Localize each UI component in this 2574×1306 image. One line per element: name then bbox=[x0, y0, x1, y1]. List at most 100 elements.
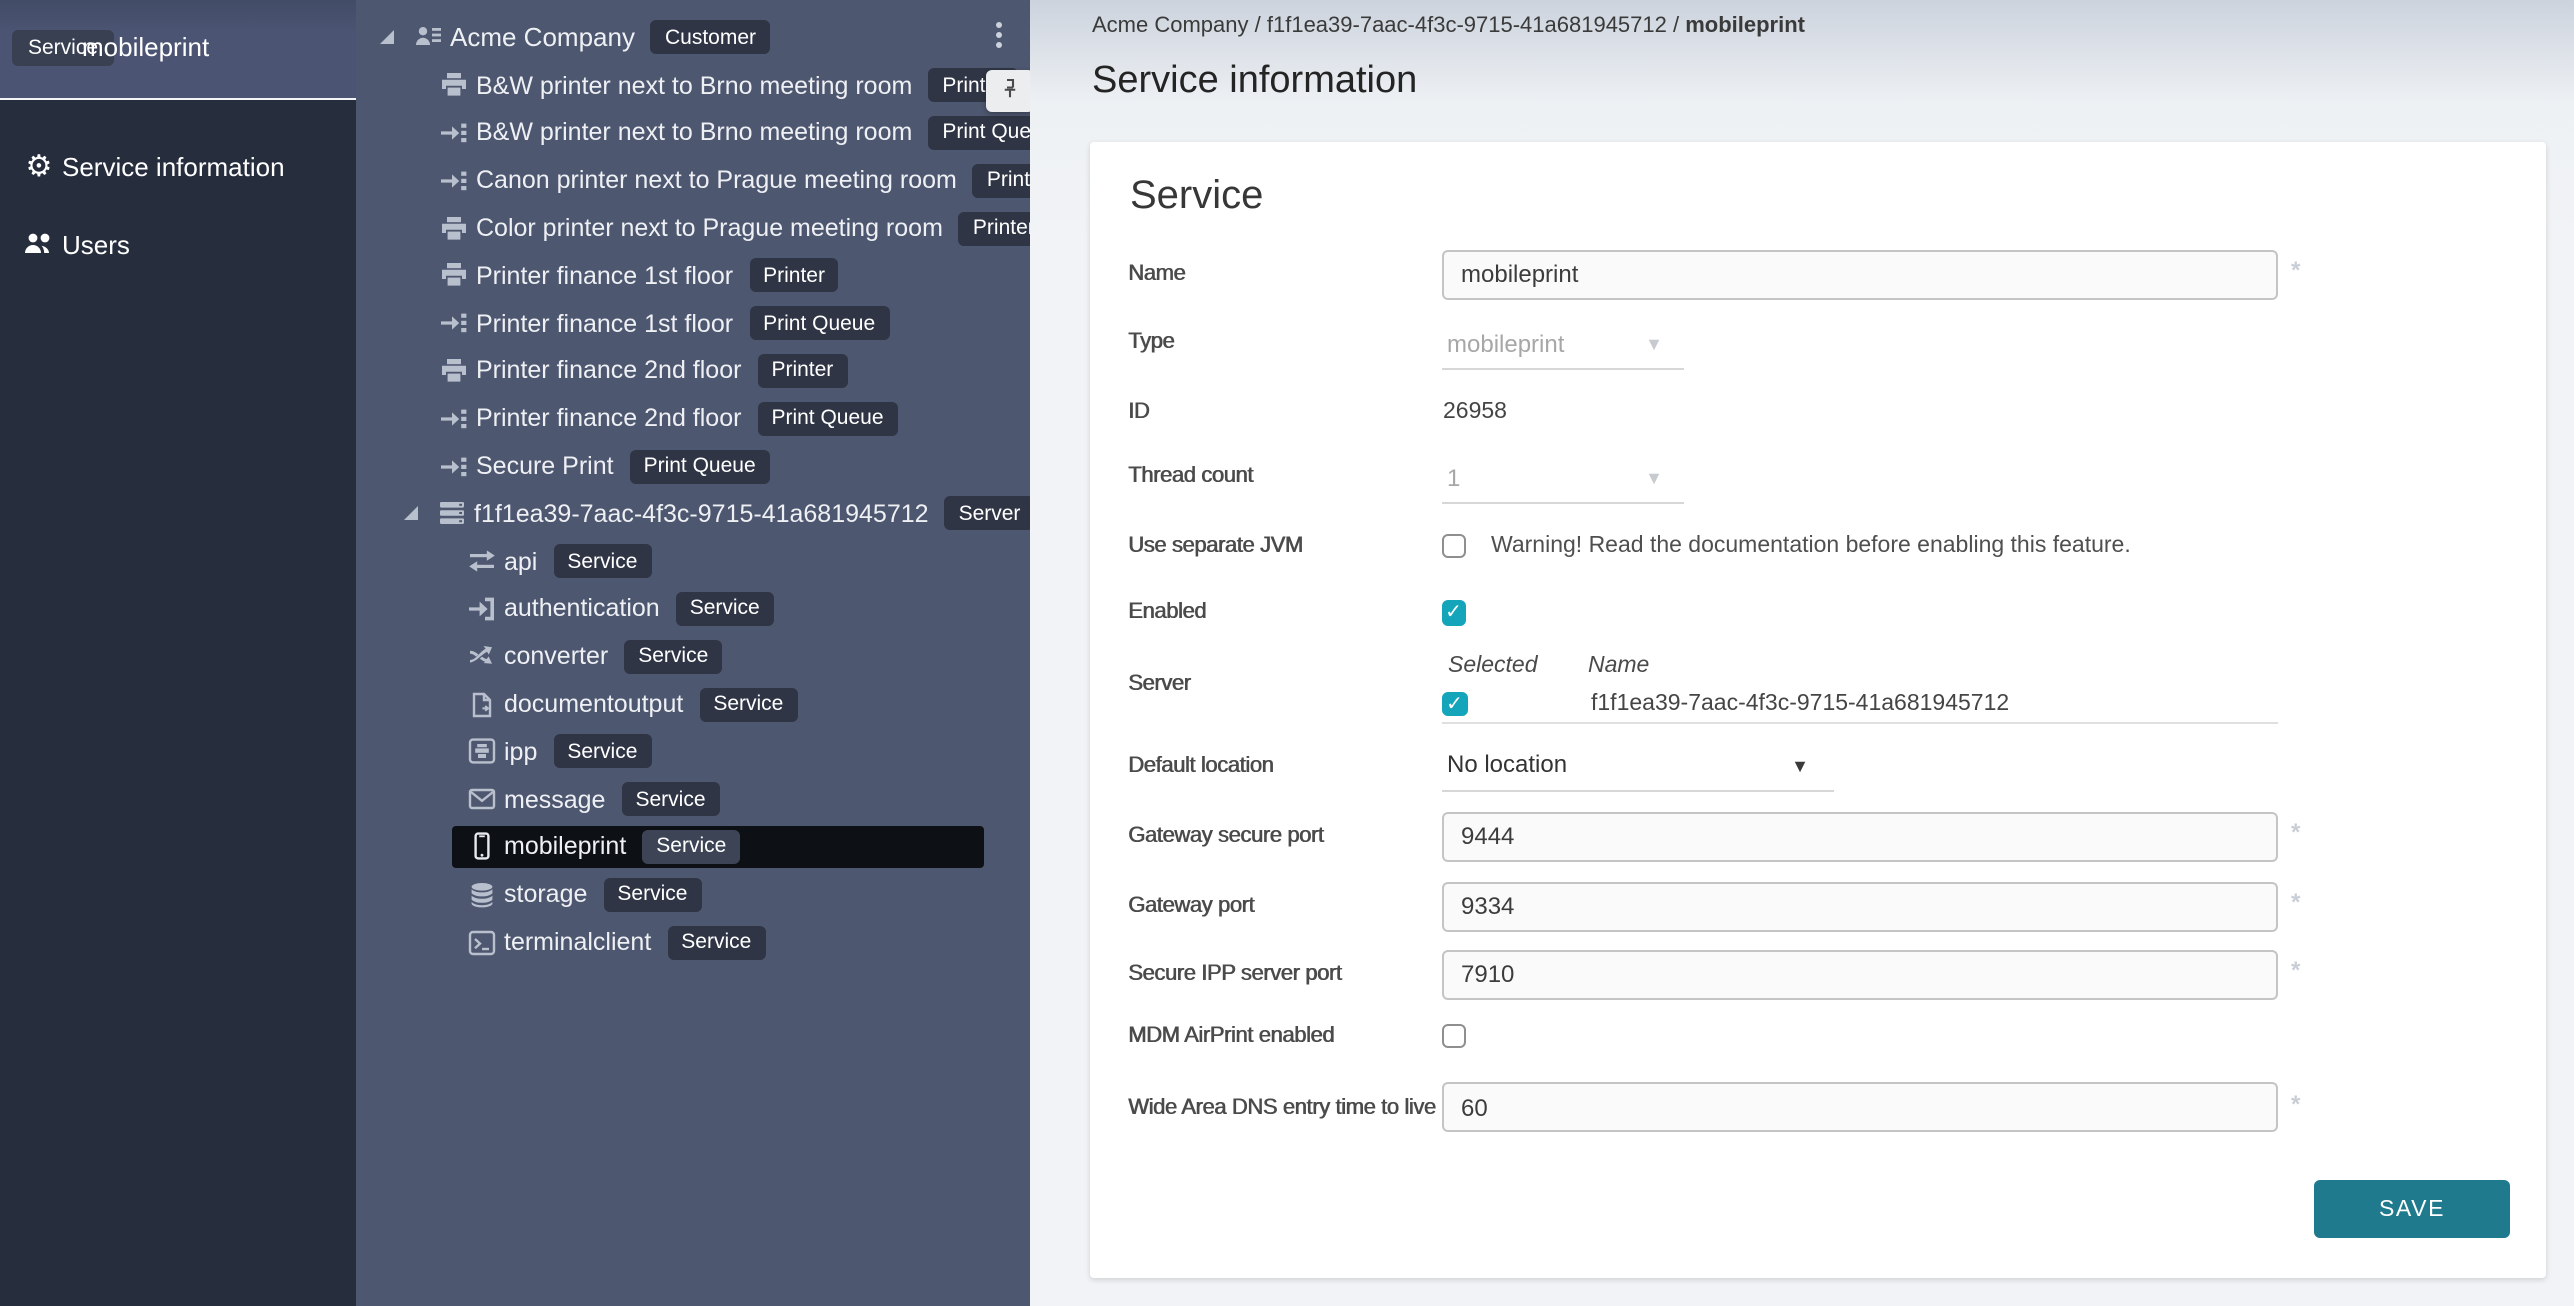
print-queue-icon bbox=[440, 119, 468, 147]
tree-item-label: message bbox=[504, 785, 605, 813]
main-content: Acme Company / f1f1ea39-7aac-4f3c-9715-4… bbox=[1030, 0, 2574, 1306]
tree-item-label: storage bbox=[504, 880, 587, 908]
server-row-checkbox[interactable]: ✓ bbox=[1442, 691, 1467, 716]
jvm-warning-text: Warning! Read the documentation before e… bbox=[1491, 529, 2131, 561]
wide-area-dns-ttl-input[interactable] bbox=[1441, 1082, 2278, 1132]
tree-expander-icon[interactable] bbox=[380, 31, 394, 45]
api-icon bbox=[468, 547, 496, 575]
breadcrumb-segment[interactable]: f1f1ea39-7aac-4f3c-9715-41a681945712 bbox=[1267, 14, 1667, 38]
required-marker: * bbox=[2291, 818, 2300, 846]
sidebar-item-label: Users bbox=[62, 230, 130, 262]
login-icon bbox=[468, 595, 496, 623]
tree-item-api[interactable]: apiService bbox=[356, 538, 1030, 586]
tree-item-login[interactable]: authenticationService bbox=[356, 585, 1030, 633]
tree-item-terminal[interactable]: terminalclientService bbox=[356, 918, 1030, 966]
tree-item-print-queue[interactable]: Canon printer next to Prague meeting roo… bbox=[356, 157, 1030, 205]
chevron-down-icon: ▼ bbox=[1645, 334, 1663, 354]
breadcrumb-segment[interactable]: Acme Company bbox=[1092, 14, 1249, 38]
tree-item-badge: Service bbox=[621, 782, 719, 816]
gateway-secure-port-input[interactable] bbox=[1441, 811, 2278, 861]
tree-item-badge: Printer bbox=[959, 211, 1030, 245]
sidebar: Service mobileprint ⚙ Service informatio… bbox=[0, 0, 356, 1306]
mdm-airprint-checkbox[interactable] bbox=[1441, 1023, 1466, 1048]
type-label: Type bbox=[1128, 326, 1444, 358]
pin-tree-button[interactable] bbox=[986, 70, 1030, 112]
tree-item-printer[interactable]: Color printer next to Prague meeting roo… bbox=[356, 204, 1030, 252]
required-marker: * bbox=[2291, 1090, 2300, 1118]
printer-icon bbox=[440, 262, 468, 290]
tree-item-badge: Print Queue bbox=[630, 449, 770, 483]
breadcrumb-segment: mobileprint bbox=[1685, 14, 1805, 38]
entity-tree-panel: Acme Company Customer B&W printer next to … bbox=[356, 0, 1030, 1306]
breadcrumb-separator: / bbox=[1667, 14, 1685, 38]
service-form-card: Service Name * Type mobileprint ▼ ID 269… bbox=[1089, 142, 2546, 1278]
use-separate-jvm-label: Use separate JVM bbox=[1128, 529, 1444, 561]
secure-ipp-server-port-label: Secure IPP server port bbox=[1128, 957, 1444, 989]
tree-item-label: Printer finance 1st floor bbox=[476, 309, 733, 337]
pin-icon bbox=[998, 76, 1022, 110]
tree-item-label: mobileprint bbox=[504, 833, 626, 861]
tree-item-label: authentication bbox=[504, 595, 660, 623]
tree-expander-icon[interactable] bbox=[404, 507, 418, 521]
default-location-value: No location bbox=[1441, 737, 1833, 791]
thread-count-label: Thread count bbox=[1128, 460, 1444, 492]
tree-item-badge: Customer bbox=[651, 21, 770, 55]
gear-icon: ⚙ bbox=[22, 150, 56, 184]
wide-area-dns-ttl-label: Wide Area DNS entry time to live bbox=[1128, 1091, 1444, 1123]
use-separate-jvm-checkbox[interactable] bbox=[1441, 533, 1466, 558]
tree-item-label: ipp bbox=[504, 738, 537, 766]
tree-item-ipp-printer[interactable]: ippService bbox=[356, 728, 1030, 776]
tree-item-print-queue[interactable]: Printer finance 2nd floorPrint Queue bbox=[356, 395, 1030, 443]
sidebar-item-label: Service information bbox=[62, 152, 285, 184]
tree-item-server[interactable]: f1f1ea39-7aac-4f3c-9715-41a681945712Serv… bbox=[356, 490, 1030, 538]
envelope-icon bbox=[468, 785, 496, 813]
tree-item-printer[interactable]: Printer finance 2nd floorPrinter bbox=[356, 347, 1030, 395]
tree-item-label: Canon printer next to Prague meeting roo… bbox=[476, 167, 957, 195]
server-col-name: Name bbox=[1588, 649, 1649, 681]
enabled-label: Enabled bbox=[1128, 596, 1444, 628]
name-input[interactable] bbox=[1441, 249, 2278, 299]
sidebar-item-users[interactable]: Users bbox=[0, 212, 356, 280]
tree-item-label: documentoutput bbox=[504, 690, 683, 718]
secure-ipp-server-port-input[interactable] bbox=[1441, 949, 2278, 999]
tree-item-badge: Printer bbox=[749, 259, 839, 293]
server-row-divider bbox=[1441, 721, 2278, 723]
tree-item-label: Acme Company bbox=[450, 23, 635, 53]
printer-icon bbox=[440, 214, 468, 242]
breadcrumb-separator: / bbox=[1249, 14, 1267, 38]
customer-icon bbox=[414, 24, 442, 52]
tree-item-print-queue[interactable]: Printer finance 1st floor Print Queue bbox=[356, 300, 1030, 348]
tree-item-printer[interactable]: Printer finance 1st floorPrinter bbox=[356, 252, 1030, 300]
id-label: ID bbox=[1128, 395, 1444, 427]
save-button[interactable]: SAVE bbox=[2314, 1180, 2510, 1238]
tree-item-print-queue[interactable]: Secure PrintPrint Queue bbox=[356, 442, 1030, 490]
tree-item-shuffle[interactable]: converterService bbox=[356, 633, 1030, 681]
tree-rows: Acme Company Customer B&W printer next to … bbox=[356, 14, 1030, 966]
card-heading: Service bbox=[1130, 168, 1263, 224]
tree-item-badge: Service bbox=[667, 925, 765, 959]
required-marker: * bbox=[2291, 256, 2300, 284]
required-marker: * bbox=[2291, 956, 2300, 984]
page-title: Service information bbox=[1092, 56, 1417, 108]
tree-item-customer[interactable]: Acme Company Customer bbox=[356, 14, 1030, 62]
default-location-label: Default location bbox=[1128, 749, 1444, 781]
sidebar-item-service-information[interactable]: ⚙ Service information bbox=[0, 134, 356, 202]
terminal-icon bbox=[468, 928, 496, 956]
printer-icon bbox=[440, 357, 468, 385]
mdm-airprint-enabled-label: MDM AirPrint enabled bbox=[1128, 1019, 1444, 1051]
tree-item-printer[interactable]: B&W printer next to Brno meeting roomPri… bbox=[356, 62, 1030, 110]
tree-item-database[interactable]: storageService bbox=[356, 871, 1030, 919]
tree-item-badge: Printer bbox=[757, 354, 847, 388]
tree-item-document[interactable]: documentoutputService bbox=[356, 680, 1030, 728]
tree-item-label: f1f1ea39-7aac-4f3c-9715-41a681945712 bbox=[474, 500, 929, 528]
gateway-port-input[interactable] bbox=[1441, 881, 2278, 931]
default-location-select[interactable]: No location ▼ bbox=[1441, 737, 1833, 791]
tree-item-print-queue[interactable]: B&W printer next to Brno meeting roomPri… bbox=[356, 109, 1030, 157]
server-label: Server bbox=[1128, 667, 1444, 699]
tree-item-badge: Print Queue bbox=[749, 306, 889, 340]
tree-item-badge: Print Queue bbox=[928, 116, 1030, 150]
tree-item-envelope[interactable]: message Service bbox=[356, 776, 1030, 824]
tree-item-smartphone[interactable]: mobileprintService bbox=[356, 823, 1030, 871]
enabled-checkbox[interactable]: ✓ bbox=[1441, 600, 1466, 625]
name-label: Name bbox=[1128, 257, 1444, 289]
